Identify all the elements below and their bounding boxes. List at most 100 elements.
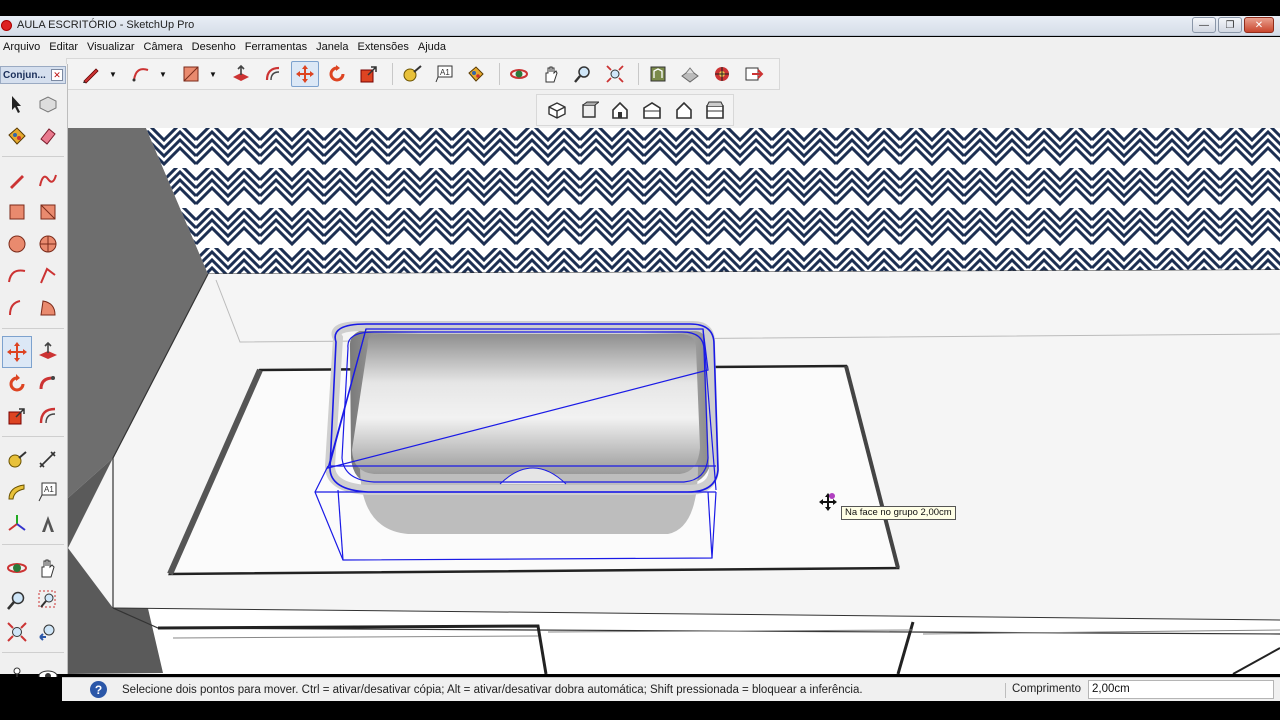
freehand-icon[interactable] — [33, 164, 63, 196]
push-pull-icon[interactable] — [33, 336, 63, 368]
offset-icon[interactable] — [259, 61, 287, 87]
zoom-icon[interactable] — [569, 61, 597, 87]
menu-ajuda[interactable]: Ajuda — [418, 41, 446, 53]
toolbar-separator — [499, 63, 500, 85]
tray-tool-grid: A1 — [2, 88, 64, 720]
text-icon[interactable]: A1 — [430, 61, 458, 87]
tape-measure-icon[interactable] — [2, 444, 32, 476]
warehouse-icon[interactable] — [644, 61, 672, 87]
arc-icon[interactable] — [2, 260, 32, 292]
tray-separator — [2, 436, 64, 444]
measurements-input[interactable]: 2,00cm — [1088, 680, 1274, 699]
pencil-icon[interactable] — [77, 61, 105, 87]
title-bar: AULA ESCRITÓRIO - SketchUp Pro — ❐ ✕ — [0, 16, 1280, 36]
help-icon[interactable]: ? — [90, 681, 107, 698]
svg-text:A1: A1 — [44, 485, 54, 494]
move-icon[interactable] — [291, 61, 319, 87]
tray-title: Conjun... — [3, 69, 46, 81]
rotated-rectangle-icon[interactable] — [33, 196, 63, 228]
scale-icon[interactable] — [2, 400, 32, 432]
close-button[interactable]: ✕ — [1244, 17, 1274, 33]
menu-desenho[interactable]: Desenho — [192, 41, 236, 53]
menu-editar[interactable]: Editar — [49, 41, 78, 53]
toolbar-separator — [392, 63, 393, 85]
menu-janela[interactable]: Janela — [316, 41, 348, 53]
scale-icon[interactable] — [355, 61, 383, 87]
inference-tooltip: Na face no grupo 2,00cm — [841, 506, 956, 520]
scene-canvas[interactable] — [68, 128, 1280, 674]
dimension-icon[interactable] — [33, 444, 63, 476]
3d-text-icon[interactable] — [33, 508, 63, 540]
polygon-icon[interactable] — [33, 228, 63, 260]
move-icon[interactable] — [2, 336, 32, 368]
circle-icon[interactable] — [2, 228, 32, 260]
components-icon[interactable] — [708, 61, 736, 87]
zoom-window-icon[interactable] — [33, 584, 63, 616]
minimize-button[interactable]: — — [1192, 17, 1216, 33]
front-view-icon[interactable] — [606, 97, 634, 123]
rectangle-dropdown-icon[interactable]: ▼ — [209, 70, 219, 79]
line-icon[interactable] — [2, 164, 32, 196]
left-view-icon[interactable] — [701, 97, 729, 123]
text-icon[interactable]: A1 — [33, 476, 63, 508]
top-view-icon[interactable] — [575, 97, 603, 123]
zoom-extents-icon[interactable] — [2, 616, 32, 648]
two-point-arc-icon[interactable] — [33, 260, 63, 292]
tray-separator — [2, 328, 64, 336]
tray-close-button[interactable]: ✕ — [51, 69, 63, 81]
large-tool-set-toolbar: ▼ ▼ ▼ A1 — [66, 58, 780, 90]
eraser-icon[interactable] — [33, 120, 63, 152]
window-controls: — ❐ ✕ — [1192, 17, 1274, 33]
bottom-black-bar — [0, 701, 1280, 720]
menu-arquivo[interactable]: Arquivo — [3, 41, 40, 53]
maximize-button[interactable]: ❐ — [1218, 17, 1242, 33]
orbit-icon[interactable] — [505, 61, 533, 87]
rectangle-icon[interactable] — [2, 196, 32, 228]
push-pull-icon[interactable] — [227, 61, 255, 87]
modeling-viewport[interactable] — [68, 128, 1280, 674]
back-view-icon[interactable] — [670, 97, 698, 123]
offset-icon[interactable] — [33, 400, 63, 432]
iso-view-icon[interactable] — [543, 97, 571, 123]
paint-bucket-icon[interactable] — [2, 120, 32, 152]
tape-measure-icon[interactable] — [398, 61, 426, 87]
orbit-icon[interactable] — [2, 552, 32, 584]
window-title: AULA ESCRITÓRIO - SketchUp Pro — [17, 19, 195, 31]
status-message: Selecione dois pontos para mover. Ctrl =… — [122, 683, 863, 696]
follow-me-icon[interactable] — [33, 368, 63, 400]
toolbar-area: ▼ ▼ ▼ A1 — [0, 56, 1280, 128]
sketchup-logo-icon — [1, 20, 12, 31]
wallpaper-backsplash — [146, 128, 1280, 274]
tray-separator — [2, 544, 64, 552]
make-component-icon[interactable] — [33, 88, 63, 120]
protractor-icon[interactable] — [2, 476, 32, 508]
rotate-icon[interactable] — [323, 61, 351, 87]
tray-separator — [2, 652, 64, 660]
arc-dropdown-icon[interactable]: ▼ — [159, 70, 169, 79]
rotate-icon[interactable] — [2, 368, 32, 400]
sink-basin-inner — [352, 334, 700, 474]
pan-icon[interactable] — [33, 552, 63, 584]
select-icon[interactable] — [2, 88, 32, 120]
menu-visualizar[interactable]: Visualizar — [87, 41, 135, 53]
axes-icon[interactable] — [2, 508, 32, 540]
tray-header[interactable]: Conjun... ✕ — [0, 66, 66, 84]
menu-camera[interactable]: Câmera — [144, 41, 183, 53]
menu-ferramentas[interactable]: Ferramentas — [245, 41, 307, 53]
send-to-layout-icon[interactable] — [740, 61, 768, 87]
menu-extensoes[interactable]: Extensões — [358, 41, 409, 53]
toolbar-separator — [638, 63, 639, 85]
status-left-strip — [0, 677, 62, 701]
zoom-extents-icon[interactable] — [601, 61, 629, 87]
right-view-icon[interactable] — [638, 97, 666, 123]
zoom-icon[interactable] — [2, 584, 32, 616]
pan-icon[interactable] — [537, 61, 565, 87]
extension-warehouse-icon[interactable] — [676, 61, 704, 87]
three-point-arc-icon[interactable] — [2, 292, 32, 324]
pencil-dropdown-icon[interactable]: ▼ — [109, 70, 119, 79]
rectangle-icon[interactable] — [177, 61, 205, 87]
pie-icon[interactable] — [33, 292, 63, 324]
previous-view-icon[interactable] — [33, 616, 63, 648]
arc-icon[interactable] — [127, 61, 155, 87]
paint-bucket-icon[interactable] — [462, 61, 490, 87]
